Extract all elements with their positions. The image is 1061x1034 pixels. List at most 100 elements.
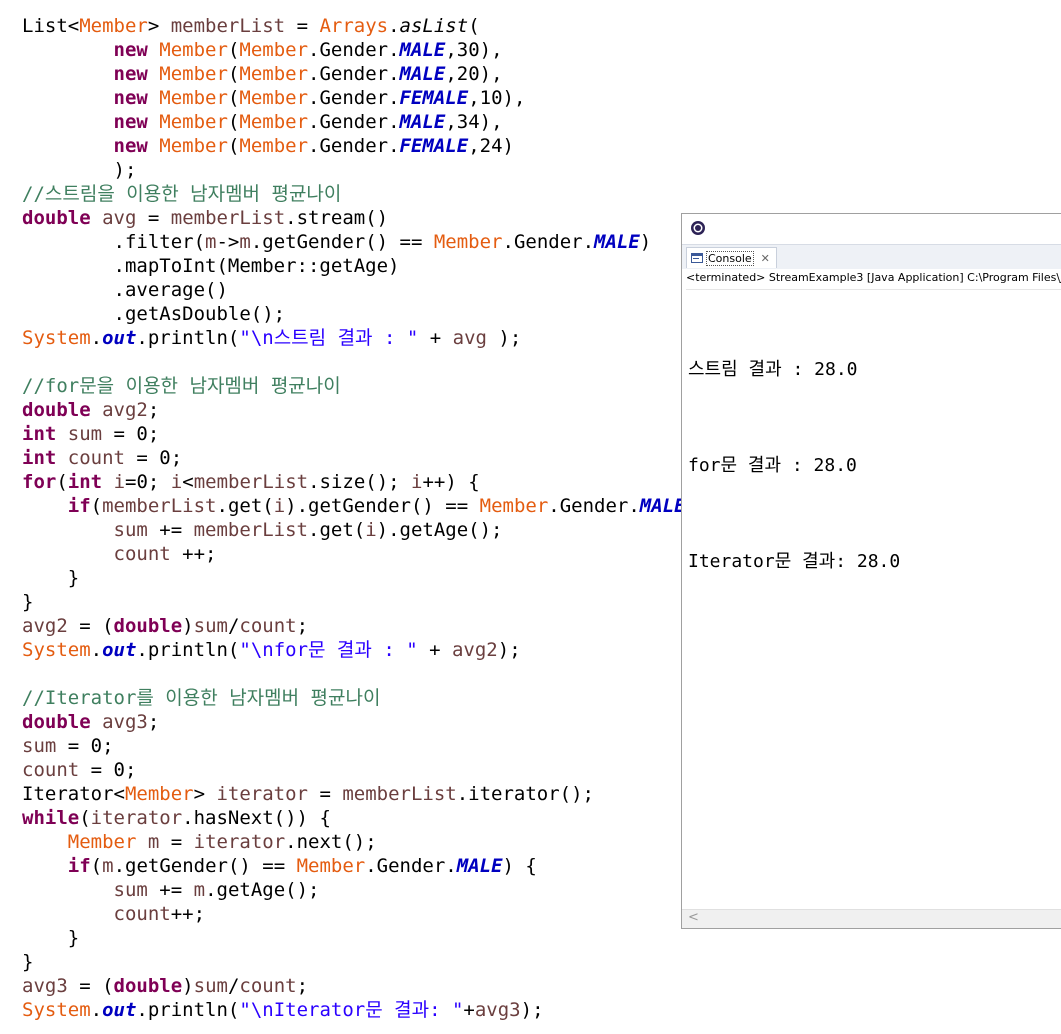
code-token: iterator [90, 807, 183, 829]
code-token: memberList [170, 15, 286, 37]
code-token: iterator [216, 783, 308, 805]
code-token: iterator [193, 831, 286, 853]
code-token: Member [239, 135, 309, 157]
code-token: new [113, 111, 148, 133]
code-token: double [22, 207, 91, 229]
code-line: ); [22, 158, 720, 182]
code-token: .stream() [285, 207, 389, 229]
code-token: . [90, 999, 103, 1021]
code-token: = 0; [79, 759, 137, 781]
code-token: .next(); [285, 831, 377, 853]
scroll-left-arrow-icon[interactable]: < [688, 910, 699, 925]
code-token: .getAge(); [205, 879, 320, 901]
close-icon[interactable]: ✕ [761, 252, 770, 265]
code-token: . [388, 15, 400, 37]
code-token: ( [227, 135, 240, 157]
code-line: Iterator<Member> iterator = memberList.i… [22, 782, 720, 806]
code-token: = 0; [102, 423, 160, 445]
code-token: m [239, 231, 251, 253]
code-token: memberList [170, 207, 286, 229]
code-line: } [22, 926, 720, 950]
code-token: = [308, 783, 343, 805]
code-token: / [227, 975, 240, 997]
code-token: asList [399, 15, 469, 37]
code-token: m [102, 855, 114, 877]
code-line: double avg2; [22, 398, 720, 422]
code-token: = 0; [124, 447, 183, 469]
code-token: if [67, 495, 91, 517]
console-output-line: for문 결과 : 28.0 [688, 455, 857, 476]
code-token: .get( [216, 495, 274, 517]
code-token: int [22, 447, 57, 469]
code-token: i [113, 471, 126, 493]
eclipse-view-icon [691, 221, 705, 235]
code-editor[interactable]: List<Member> memberList = Arrays.asList(… [22, 14, 720, 1022]
code-line: //Iterator를 이용한 남자멤버 평균나이 [22, 686, 720, 710]
code-token: memberList [193, 519, 308, 541]
code-token: "\nfor문 결과 : " [239, 639, 418, 661]
code-token: count [113, 903, 171, 925]
code-token: .average() [22, 279, 228, 301]
code-token: = ( [67, 975, 114, 997]
code-token: count [113, 543, 171, 565]
code-token: ,10), [468, 87, 526, 109]
code-token: .get( [308, 519, 366, 541]
code-token: ,30), [445, 39, 503, 61]
horizontal-scrollbar[interactable]: < [682, 909, 1061, 928]
code-token: ( [90, 855, 103, 877]
console-view: Console ✕ <terminated> StreamExample3 [J… [681, 213, 1061, 929]
code-line: if(m.getGender() == Member.Gender.MALE) … [22, 854, 720, 878]
code-line: for(int i=0; i<memberList.size(); i++) { [22, 470, 720, 494]
code-token: Member [159, 63, 228, 85]
code-token: memberList [342, 783, 457, 805]
code-token: avg [102, 207, 137, 229]
code-line: new Member(Member.Gender.MALE,20), [22, 62, 720, 86]
console-output-line: 스트림 결과 : 28.0 [688, 359, 858, 380]
code-token: //Iterator를 이용한 남자멤버 평균나이 [22, 687, 381, 709]
code-token: .filter( [22, 231, 206, 253]
code-token: .getGender() == [250, 231, 434, 253]
code-token: if [67, 855, 91, 877]
code-token: avg2 [102, 399, 148, 421]
code-token: Member [479, 495, 549, 517]
code-token: int [67, 471, 103, 493]
code-token: Member [159, 87, 228, 109]
code-token: + [417, 639, 452, 661]
code-token: .println( [136, 327, 240, 349]
code-token: int [22, 423, 57, 445]
code-token: . [90, 639, 103, 661]
code-token: ; [296, 975, 309, 997]
code-token: out [102, 327, 137, 349]
code-line: new Member(Member.Gender.MALE,34), [22, 110, 720, 134]
code-token: ; [147, 711, 160, 733]
code-token: sum [193, 975, 228, 997]
code-token: new [113, 39, 148, 61]
code-token: while [22, 807, 80, 829]
code-token: = ( [67, 615, 114, 637]
code-token: .println( [136, 999, 240, 1021]
code-token: double [113, 975, 183, 997]
code-token: += [147, 519, 194, 541]
code-token: ; [296, 615, 309, 637]
code-line: } [22, 566, 720, 590]
code-line: new Member(Member.Gender.FEMALE,24) [22, 134, 720, 158]
code-token: ( [227, 63, 240, 85]
tab-console[interactable]: Console ✕ [686, 247, 777, 268]
code-token: } [22, 927, 80, 949]
code-token: memberList [193, 471, 309, 493]
code-token: avg3 [474, 999, 521, 1021]
code-token: .Gender. [502, 231, 595, 253]
code-token: ++; [170, 543, 217, 565]
code-line: while(iterator.hasNext()) { [22, 806, 720, 830]
code-token: < [182, 471, 194, 493]
code-token: Member [159, 39, 228, 61]
tab-console-label: Console [706, 250, 754, 266]
code-token: avg2 [451, 639, 498, 661]
code-token: double [22, 711, 91, 733]
code-token: Member [159, 111, 228, 133]
